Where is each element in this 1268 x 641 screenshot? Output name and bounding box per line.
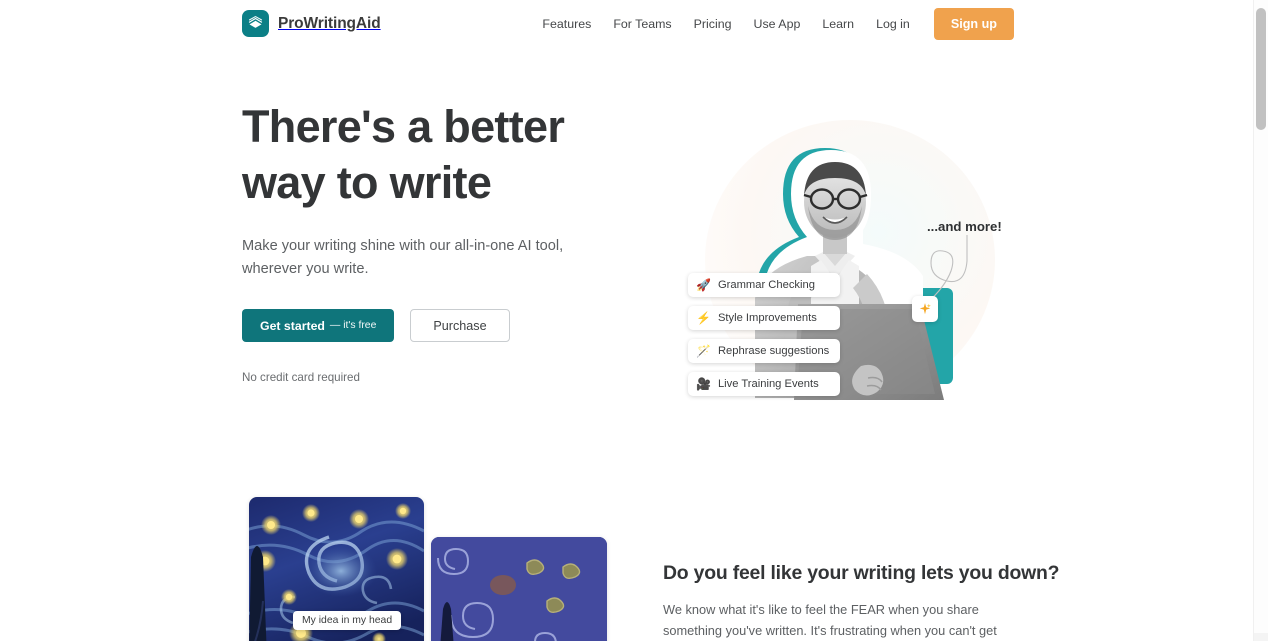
main-navigation: Features For Teams Pricing Use App Learn… xyxy=(531,8,1014,40)
hero-copy: There's a better way to write Make your … xyxy=(242,99,632,384)
hero-actions: Get started — it's free Purchase xyxy=(242,309,632,342)
section-two-body: We know what it's like to feel the FEAR … xyxy=(663,602,997,638)
section-two-title: Do you feel like your writing lets you d… xyxy=(663,562,1060,584)
no-credit-card-note: No credit card required xyxy=(242,371,360,384)
section-two-copy: Do you feel like your writing lets you d… xyxy=(663,562,1060,641)
stacked-pages-icon xyxy=(242,10,269,37)
brand-logo-link[interactable]: ProWritingAid xyxy=(242,10,381,37)
page-root: ProWritingAid Features For Teams Pricing… xyxy=(0,0,1253,641)
page-scrollbar[interactable] xyxy=(1253,0,1268,641)
nav-link-for-teams[interactable]: For Teams xyxy=(602,9,682,39)
sparkle-icon xyxy=(912,296,938,322)
feature-label: Style Improvements xyxy=(717,312,817,324)
nav-link-features[interactable]: Features xyxy=(531,9,602,39)
scrollbar-thumb[interactable] xyxy=(1256,8,1266,130)
get-started-button[interactable]: Get started — it's free xyxy=(242,309,395,342)
hero-title-line-2: way to write xyxy=(242,157,492,208)
hero-subtitle: Make your writing shine with our all-in-… xyxy=(242,238,564,277)
childlike-doodle-drawing xyxy=(431,537,607,641)
site-header: ProWritingAid Features For Teams Pricing… xyxy=(0,0,1253,48)
feature-label: Grammar Checking xyxy=(717,279,815,291)
feature-chip-list: 🚀 Grammar Checking ⚡ Style Improvements … xyxy=(688,273,841,396)
nav-link-pricing[interactable]: Pricing xyxy=(683,9,743,39)
feature-chip-grammar-checking[interactable]: 🚀 Grammar Checking xyxy=(688,273,841,297)
purchase-button[interactable]: Purchase xyxy=(410,309,510,342)
scrollbar-up-arrow[interactable] xyxy=(1254,0,1268,8)
nav-link-log-in[interactable]: Log in xyxy=(865,9,921,39)
page-title: There's a better way to write xyxy=(242,99,632,211)
get-started-label: Get started xyxy=(260,318,325,333)
and-more-callout: ...and more! xyxy=(927,219,1002,234)
brand-name: ProWritingAid xyxy=(278,14,381,32)
magic-wand-icon: 🪄 xyxy=(696,344,711,358)
feature-label: Live Training Events xyxy=(717,378,819,390)
feature-label: Rephrase suggestions xyxy=(717,345,830,357)
writing-lets-you-down-section: My idea in my head Do you feel like your… xyxy=(0,468,1253,641)
before-after-art-panels: My idea in my head xyxy=(249,497,624,641)
feature-chip-rephrase-suggestions[interactable]: 🪄 Rephrase suggestions xyxy=(688,339,841,363)
rocket-icon: 🚀 xyxy=(696,278,711,292)
lightning-bolt-icon: ⚡ xyxy=(696,311,711,325)
nav-link-learn[interactable]: Learn xyxy=(811,9,865,39)
hero-section: There's a better way to write Make your … xyxy=(0,48,1253,468)
scrollbar-down-arrow[interactable] xyxy=(1254,633,1268,641)
feature-chip-live-training-events[interactable]: 🎥 Live Training Events xyxy=(688,372,841,396)
sign-up-button[interactable]: Sign up xyxy=(933,8,1014,40)
nav-link-use-app[interactable]: Use App xyxy=(743,9,812,39)
hero-illustration: 🚀 Grammar Checking ⚡ Style Improvements … xyxy=(655,98,1045,438)
my-idea-label: My idea in my head xyxy=(293,611,402,630)
video-camera-icon: 🎥 xyxy=(696,377,711,391)
hero-title-line-1: There's a better xyxy=(242,101,565,152)
feature-chip-style-improvements[interactable]: ⚡ Style Improvements xyxy=(688,306,841,330)
get-started-note: — it's free xyxy=(329,320,377,331)
